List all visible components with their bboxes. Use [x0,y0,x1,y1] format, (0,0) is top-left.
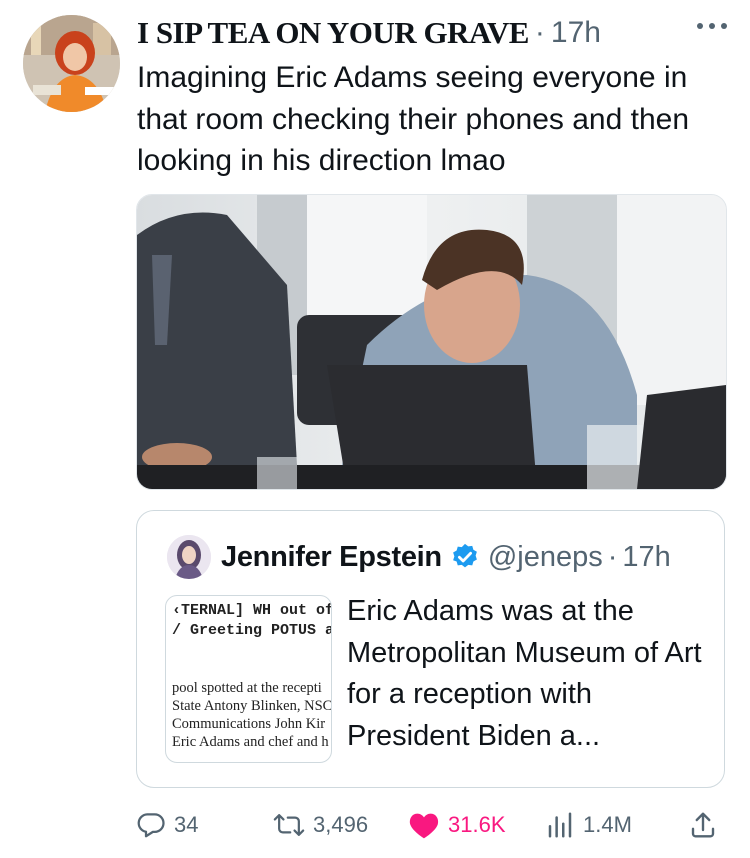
author-avatar[interactable] [23,15,120,112]
quoted-author-handle[interactable]: @jeneps [488,541,603,574]
quoted-timestamp[interactable]: 17h [622,541,670,574]
more-icon[interactable] [694,19,730,39]
reply-icon [136,810,166,840]
quoted-tweet-header: Jennifer Epstein @jeneps · 17h [167,533,671,581]
repost-count: 3,496 [313,812,369,837]
quoted-media-thumbnail[interactable]: ‹TERNAL] WH out of ‹ / Greeting POTUS at… [165,595,332,763]
thumbnail-paragraph-line: Eric Adams and chef and h [172,734,329,750]
tweet-timestamp[interactable]: 17h [551,16,601,50]
thumbnail-paragraph-line: State Antony Blinken, NSC [172,698,332,714]
thumbnail-line-1: ‹TERNAL] WH out of ‹ [172,602,331,619]
views-button[interactable]: 1.4M [545,800,632,850]
thumbnail-paragraph-line: pool spotted at the recepti [172,680,322,696]
quoted-author-avatar[interactable] [167,535,211,579]
views-count: 1.4M [583,812,632,837]
tweet-action-bar: 34 3,496 31.6K 1.4M [136,800,736,850]
like-button[interactable]: 31.6K [408,800,506,850]
thumbnail-paragraph-line: Communications John Kir [172,716,326,732]
heart-icon [408,810,440,840]
share-button[interactable] [688,800,718,850]
tweet-header: I SIP TEA ON YOUR GRAVE · 17h [137,13,730,53]
thumbnail-line-2: / Greeting POTUS at t [172,622,331,639]
author-name[interactable]: I SIP TEA ON YOUR GRAVE [137,15,529,51]
quoted-author-name[interactable]: Jennifer Epstein [221,541,442,574]
quoted-separator: · [607,540,618,573]
views-icon [545,810,575,840]
tweet-text: Imagining Eric Adams seeing everyone in … [137,61,690,177]
repost-icon [273,810,305,840]
repost-button[interactable]: 3,496 [273,800,368,850]
quoted-tweet-card[interactable]: Jennifer Epstein @jeneps · 17h ‹TERNAL] … [136,510,725,788]
tweet-media-image[interactable] [136,194,727,490]
share-icon [688,810,718,840]
like-count: 31.6K [448,812,506,837]
verified-badge-icon [450,542,480,572]
quoted-tweet-text: Eric Adams was at the Metropolitan Museu… [347,595,702,752]
reply-button[interactable]: 34 [136,800,198,850]
reply-count: 34 [174,812,199,837]
header-separator: · [534,16,545,49]
